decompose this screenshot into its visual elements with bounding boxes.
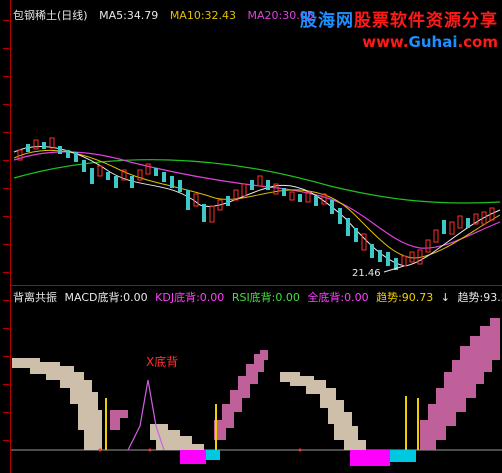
baseline-marker <box>98 448 102 452</box>
candle <box>193 193 199 207</box>
candle <box>226 196 230 206</box>
candle <box>130 176 134 188</box>
beige-bars-right <box>280 372 366 450</box>
candle <box>170 176 174 188</box>
candle <box>378 250 382 262</box>
ma60-line <box>13 159 501 204</box>
candle <box>202 204 206 222</box>
macd-divergence: MACD底背:0.00 <box>64 291 148 304</box>
candle <box>209 205 215 223</box>
kdj-divergence: KDJ底背:0.00 <box>155 291 225 304</box>
candle <box>42 142 46 149</box>
candle <box>186 190 190 210</box>
indicator-header: 背离共振 MACD底背:0.00 KDJ底背:0.00 RSI底背:0.00 全… <box>13 289 502 305</box>
candle <box>58 146 62 154</box>
candle <box>114 176 118 188</box>
pink-bars-right <box>420 318 500 450</box>
candle <box>162 172 166 182</box>
candle <box>74 152 78 162</box>
price-chart[interactable]: 21.46 X底背 <box>0 0 502 473</box>
low-price-label: 21.46 <box>352 268 381 279</box>
candle <box>457 215 463 229</box>
candle <box>282 188 286 196</box>
ma10-line <box>13 149 501 259</box>
candle <box>425 239 431 253</box>
candle <box>266 180 270 190</box>
candle <box>466 218 470 228</box>
candle <box>97 165 103 177</box>
candle <box>314 196 318 206</box>
candle <box>401 255 407 267</box>
cyan-bar <box>390 450 416 462</box>
candle <box>409 251 415 263</box>
candle <box>354 228 358 242</box>
candle <box>250 180 254 190</box>
candle <box>26 144 30 152</box>
candle <box>433 229 439 243</box>
candle <box>33 139 39 150</box>
down-arrow-icon: ↓ <box>440 291 451 304</box>
all-divergence: 全底背:0.00 <box>307 291 369 304</box>
panel-divider <box>10 285 502 286</box>
indicator-name[interactable]: 背离共振 <box>13 291 57 304</box>
pink-bars-rising <box>214 350 268 440</box>
trend-value-1: 趋势:90.73 <box>376 291 434 304</box>
magenta-bar <box>180 450 206 464</box>
divergence-annotation: X底背 <box>146 354 178 369</box>
candle <box>178 180 182 192</box>
candle <box>49 137 55 149</box>
candle <box>66 150 70 158</box>
candle <box>82 160 86 172</box>
pink-blocks-left <box>110 410 128 430</box>
candle <box>90 168 94 184</box>
candle <box>298 194 302 202</box>
magenta-bar <box>350 450 390 466</box>
baseline-marker <box>298 448 302 452</box>
beige-bars-middle <box>150 424 204 450</box>
candle <box>241 183 247 197</box>
candle <box>338 208 342 224</box>
baseline-marker <box>148 448 152 452</box>
rsi-divergence: RSI底背:0.00 <box>231 291 300 304</box>
candle <box>386 252 390 266</box>
candle <box>289 191 295 201</box>
candle <box>257 175 263 187</box>
candle <box>106 172 110 180</box>
candle <box>330 200 334 214</box>
cyan-bar <box>206 450 220 460</box>
candle <box>442 220 446 234</box>
ma20-line <box>13 151 501 249</box>
candle <box>370 244 374 258</box>
candle <box>449 221 455 235</box>
candle <box>346 218 350 236</box>
beige-bars-left <box>12 358 102 450</box>
candle <box>154 168 158 176</box>
trend-value-2: 趋势:93.58 <box>457 291 502 304</box>
